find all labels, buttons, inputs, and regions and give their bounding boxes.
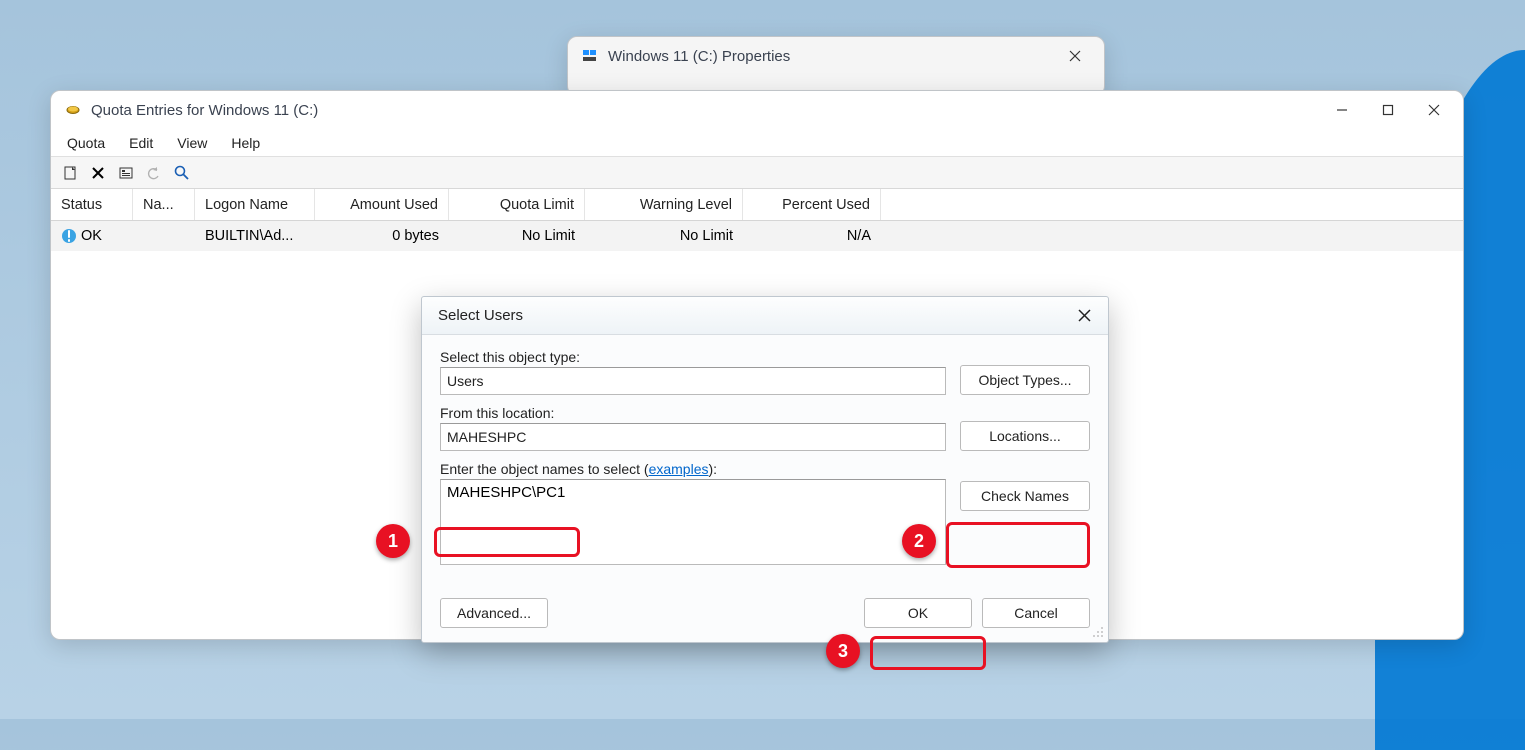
location-field bbox=[440, 423, 946, 451]
dialog-title: Select Users bbox=[438, 307, 1070, 324]
cell-amount: 0 bytes bbox=[315, 221, 449, 251]
properties-titlebar[interactable]: Windows 11 (C:) Properties bbox=[568, 37, 1104, 75]
menu-quota[interactable]: Quota bbox=[55, 129, 117, 156]
maximize-button[interactable] bbox=[1365, 94, 1411, 126]
object-type-label: Select this object type: bbox=[440, 349, 946, 365]
object-type-field bbox=[440, 367, 946, 395]
undo-icon bbox=[145, 164, 163, 182]
annotation-badge-1: 1 bbox=[376, 524, 410, 558]
cell-name bbox=[133, 221, 195, 251]
annotation-badge-3: 3 bbox=[826, 634, 860, 668]
check-names-button[interactable]: Check Names bbox=[960, 481, 1090, 511]
close-button[interactable] bbox=[1411, 94, 1457, 126]
object-types-button[interactable]: Object Types... bbox=[960, 365, 1090, 395]
properties-close-button[interactable] bbox=[1052, 40, 1098, 72]
quota-icon bbox=[65, 103, 81, 117]
location-label: From this location: bbox=[440, 405, 946, 421]
menu-help[interactable]: Help bbox=[219, 129, 272, 156]
properties-window: Windows 11 (C:) Properties bbox=[567, 36, 1105, 96]
menu-view[interactable]: View bbox=[165, 129, 219, 156]
col-warning[interactable]: Warning Level bbox=[585, 189, 743, 220]
select-users-dialog: Select Users Select this object type: Ob… bbox=[421, 296, 1109, 643]
cell-limit: No Limit bbox=[449, 221, 585, 251]
names-label-suffix: ): bbox=[708, 461, 717, 477]
properties-icon[interactable] bbox=[117, 164, 135, 182]
menu-edit[interactable]: Edit bbox=[117, 129, 165, 156]
menu-bar: Quota Edit View Help bbox=[51, 129, 1463, 157]
examples-link[interactable]: examples bbox=[649, 461, 709, 477]
advanced-button[interactable]: Advanced... bbox=[440, 598, 548, 628]
minimize-button[interactable] bbox=[1319, 94, 1365, 126]
dialog-close-button[interactable] bbox=[1070, 304, 1098, 328]
table-row[interactable]: OK BUILTIN\Ad... 0 bytes No Limit No Lim… bbox=[51, 221, 1463, 251]
col-logon[interactable]: Logon Name bbox=[195, 189, 315, 220]
status-ok-icon bbox=[61, 228, 77, 244]
col-limit[interactable]: Quota Limit bbox=[449, 189, 585, 220]
col-name[interactable]: Na... bbox=[133, 189, 195, 220]
cancel-button[interactable]: Cancel bbox=[982, 598, 1090, 628]
quota-titlebar[interactable]: Quota Entries for Windows 11 (C:) bbox=[51, 91, 1463, 129]
ok-button[interactable]: OK bbox=[864, 598, 972, 628]
properties-title: Windows 11 (C:) Properties bbox=[608, 48, 1052, 65]
dialog-titlebar[interactable]: Select Users bbox=[422, 297, 1108, 335]
cell-status-text: OK bbox=[81, 228, 102, 244]
find-icon[interactable] bbox=[173, 164, 191, 182]
col-status[interactable]: Status bbox=[51, 189, 133, 220]
cell-status: OK bbox=[51, 221, 133, 251]
locations-button[interactable]: Locations... bbox=[960, 421, 1090, 451]
new-icon[interactable] bbox=[61, 164, 79, 182]
cell-percent: N/A bbox=[743, 221, 881, 251]
annotation-badge-2: 2 bbox=[902, 524, 936, 558]
quota-title: Quota Entries for Windows 11 (C:) bbox=[91, 102, 1319, 119]
col-amount[interactable]: Amount Used bbox=[315, 189, 449, 220]
delete-icon[interactable] bbox=[89, 164, 107, 182]
object-names-label: Enter the object names to select (exampl… bbox=[440, 461, 946, 477]
table-header: Status Na... Logon Name Amount Used Quot… bbox=[51, 189, 1463, 221]
resize-grip-icon[interactable] bbox=[1090, 624, 1104, 638]
cell-logon: BUILTIN\Ad... bbox=[195, 221, 315, 251]
object-names-input[interactable]: MAHESHPC\PC1 bbox=[440, 479, 946, 565]
quota-table: Status Na... Logon Name Amount Used Quot… bbox=[51, 189, 1463, 251]
col-percent[interactable]: Percent Used bbox=[743, 189, 881, 220]
names-label-prefix: Enter the object names to select ( bbox=[440, 461, 649, 477]
cell-warning: No Limit bbox=[585, 221, 743, 251]
drive-icon bbox=[582, 49, 598, 63]
toolbar bbox=[51, 157, 1463, 189]
